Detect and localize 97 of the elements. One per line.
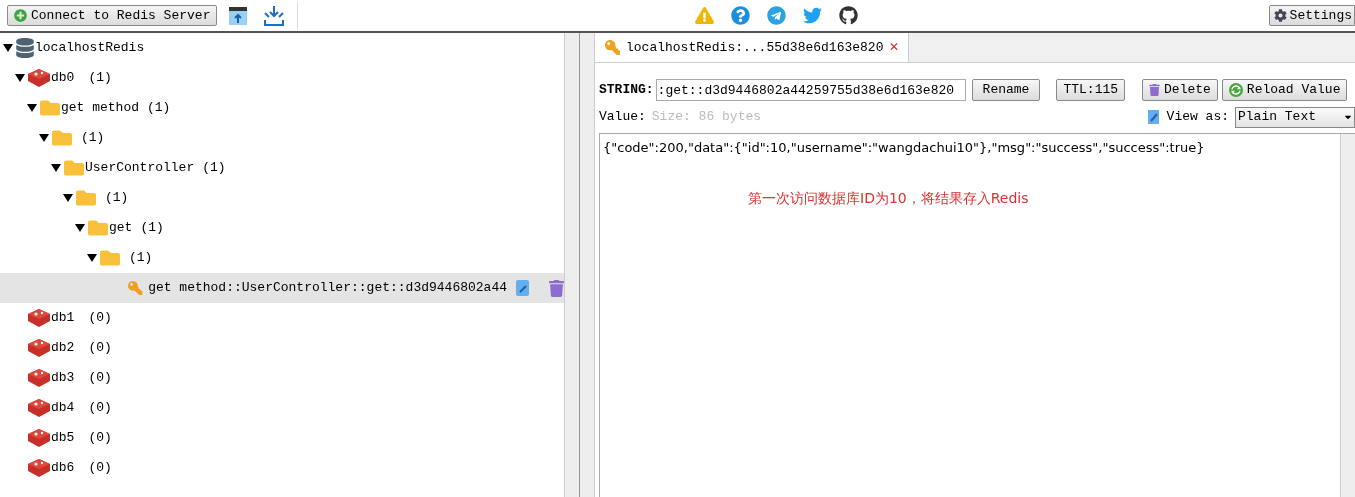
bird-icon[interactable] [803,6,823,25]
paper-plane-icon[interactable] [767,6,787,25]
count-label: (1) [129,249,153,268]
count-label: (1) [81,129,105,148]
cube-icon [27,368,51,388]
tree-item[interactable]: db5 (0) [0,423,564,453]
node-label: db5 [51,429,75,448]
count-label: (0) [88,429,112,448]
count-label: (1) [147,99,171,118]
tree-item[interactable]: db2 (0) [0,333,564,363]
tree-item[interactable]: (1) [0,243,564,273]
cube-icon [27,428,51,448]
count-label: (0) [88,459,112,478]
cube-icon [27,458,51,478]
tree-item[interactable]: db0 (1) [0,63,564,93]
plus-icon [14,9,27,22]
size-label: Size: 86 bytes [651,108,762,127]
node-label: db4 [51,399,75,418]
trash-icon[interactable] [549,279,564,297]
trash-icon [1149,84,1161,96]
count-label: (1) [140,219,164,238]
scrollbar[interactable] [1340,134,1355,497]
cube-icon [27,338,51,358]
editor-tab[interactable]: localhostRedis:...55d38e6d163e820 ✕ [595,33,910,62]
folder-icon [39,98,61,118]
collapse-arrow-icon[interactable] [87,253,97,263]
value-editor[interactable]: {"code":200,"data":{"id":10,"username":"wangdachui10"},"msg":"success","success":true} 第一次访问数据库ID为10，将结果存入Redis [600,134,1340,497]
toolbar-button[interactable]: TTL:115 [1056,79,1126,101]
connect-button[interactable]: Connect to Redis Server [7,5,218,26]
scrollbar[interactable] [580,33,595,497]
key-icon [605,40,620,55]
pencil-document-icon [1146,109,1161,125]
count-label: (0) [88,369,112,388]
folder-icon [63,158,85,178]
collapse-arrow-icon[interactable] [39,133,49,143]
value-text: {"code":200,"data":{"id":10,"username":"wangdachui10"},"msg":"success","success":true} [603,140,1205,155]
database-icon [15,38,35,58]
close-button[interactable]: ✕ [889,40,899,55]
node-label: get method::UserController::get::d3d9446802a44 [148,279,507,298]
count-label: (1) [202,159,226,178]
folder-icon [75,188,97,208]
count-label: (0) [88,339,112,358]
help-icon[interactable] [731,6,751,25]
node-label: get method [61,99,139,118]
tab-label: localhostRedis:...55d38e6d163e820 [626,38,884,57]
count-label: (0) [88,399,112,418]
cube-icon [27,68,51,88]
reload-button[interactable]: Reload Value [1221,79,1348,101]
node-label: db1 [51,309,75,328]
folder-icon [87,218,109,238]
node-label: db2 [51,339,75,358]
tree-item[interactable]: (1) [0,123,564,153]
collapse-arrow-icon[interactable] [51,163,61,173]
delete-button[interactable]: Delete [1142,79,1218,101]
settings-button[interactable]: Settings [1268,5,1355,26]
settings-icon [1273,9,1287,22]
collapse-arrow-icon[interactable] [15,73,25,83]
cube-icon [27,308,51,328]
scrollbar[interactable] [564,33,579,497]
download-tray-icon[interactable] [263,4,286,27]
tree-item[interactable]: get method::UserController::get::d3d9446802a44 [0,273,564,303]
node-label: db0 [51,69,75,88]
tree-item[interactable]: db6 (0) [0,453,564,483]
cube-icon [27,398,51,418]
tree-item[interactable]: localhostRedis [0,33,564,63]
collapse-arrow-icon[interactable] [75,223,85,233]
view-as-label: View as: [1166,108,1229,127]
node-label: db3 [51,369,75,388]
view-as-dropdown[interactable]: Plain Text [1235,106,1355,128]
key-name-field[interactable]: :get::d3d9446802a44259755d38e6d163e820 [655,79,966,101]
node-label: get [109,219,133,238]
tree-item[interactable]: db3 (0) [0,363,564,393]
cat-icon[interactable] [839,6,859,25]
key-icon [125,280,144,296]
tree-item[interactable]: get (1) [0,213,564,243]
tree-item[interactable]: (1) [0,183,564,213]
node-label: UserController [85,159,195,178]
folder-icon [51,128,73,148]
type-label: STRING: [599,81,654,100]
tree-item[interactable]: UserController (1) [0,153,564,183]
window-upload-icon[interactable] [228,5,249,26]
refresh-icon [1228,83,1243,97]
node-label: db6 [51,459,75,478]
count-label: (0) [88,309,112,328]
tree-item[interactable]: db4 (0) [0,393,564,423]
collapse-arrow-icon[interactable] [27,103,37,113]
value-label: Value: [599,108,646,127]
toolbar-button[interactable]: Rename [971,79,1041,101]
collapse-arrow-icon[interactable] [63,193,73,203]
folder-icon [99,248,121,268]
tree-item[interactable]: get method (1) [0,93,564,123]
collapse-arrow-icon[interactable] [3,43,13,53]
count-label: (1) [105,189,129,208]
count-label: (1) [88,69,112,88]
node-label: localhostRedis [35,39,145,58]
annotation-text: 第一次访问数据库ID为10，将结果存入Redis [748,189,1029,208]
tree-item[interactable]: db1 (0) [0,303,564,333]
